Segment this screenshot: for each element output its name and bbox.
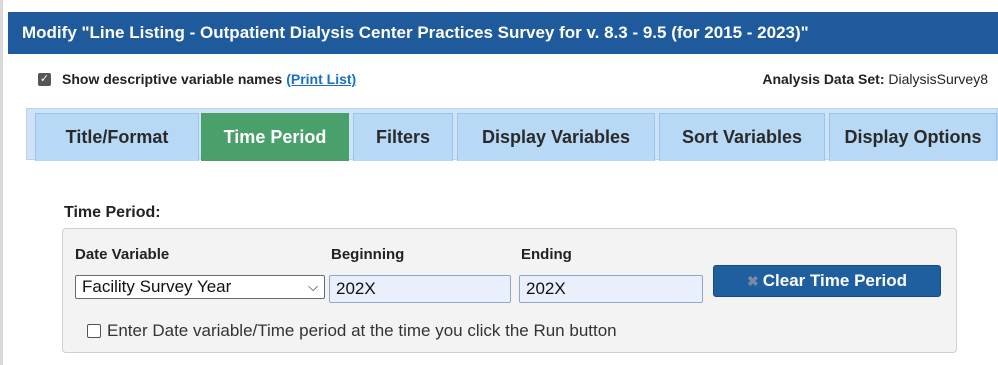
tab-display-variables[interactable]: Display Variables	[457, 113, 655, 161]
show-descriptive-label: Show descriptive variable names (Print Li…	[62, 71, 356, 87]
analysis-data-set-label: Analysis Data Set:	[762, 71, 885, 87]
show-descriptive-checkbox[interactable]: ✓	[38, 73, 51, 86]
beginning-label: Beginning	[331, 246, 405, 263]
chevron-down-icon: ⌵	[308, 279, 318, 294]
tab-label: Filters	[375, 127, 431, 147]
tab-label: Sort Variables	[681, 127, 803, 147]
print-list-link[interactable]: (Print List)	[286, 71, 356, 87]
window-title: Modify "Line Listing - Outpatient Dialys…	[22, 23, 809, 42]
check-icon: ✓	[39, 73, 50, 85]
clear-time-period-label: Clear Time Period	[762, 271, 907, 290]
tab-time-period[interactable]: Time Period	[201, 113, 349, 161]
tab-sort-variables[interactable]: Sort Variables	[659, 113, 825, 161]
date-variable-value: Facility Survey Year	[82, 277, 232, 296]
beginning-value: 202X	[336, 279, 376, 298]
beginning-input[interactable]: 202X	[329, 275, 511, 303]
date-variable-select[interactable]: Facility Survey Year ⌵	[75, 275, 325, 299]
options-row: ✓ Show descriptive variable names (Print …	[38, 68, 988, 92]
ending-value: 202X	[526, 279, 566, 298]
tab-label: Title/Format	[65, 127, 169, 147]
prompt-at-run-checkbox[interactable]	[87, 324, 101, 338]
close-icon: ✖	[747, 272, 759, 289]
prompt-at-run-label: Enter Date variable/Time period at the t…	[107, 321, 617, 340]
time-period-heading: Time Period:	[64, 204, 161, 221]
tab-filters[interactable]: Filters	[353, 113, 453, 161]
tab-label: Display Variables	[481, 127, 631, 147]
analysis-data-set-value: DialysisSurvey8	[888, 71, 988, 87]
show-descriptive-text: Show descriptive variable names	[62, 71, 283, 87]
tab-label: Time Period	[223, 127, 327, 147]
analysis-data-set: Analysis Data Set: DialysisSurvey8	[762, 71, 988, 87]
ending-label: Ending	[521, 246, 572, 263]
tab-bar: Title/Format Time Period Filters Display…	[26, 108, 998, 161]
left-border	[0, 0, 3, 365]
window-title-bar: Modify "Line Listing - Outpatient Dialys…	[8, 12, 998, 54]
tab-label: Display Options	[844, 127, 982, 147]
clear-time-period-button[interactable]: ✖ Clear Time Period	[713, 265, 941, 297]
ending-input[interactable]: 202X	[519, 275, 703, 303]
time-period-panel: Date Variable Beginning Ending Facility …	[62, 228, 957, 353]
date-variable-label: Date Variable	[75, 246, 170, 263]
tab-title-format[interactable]: Title/Format	[35, 113, 199, 161]
tab-display-options[interactable]: Display Options	[829, 113, 997, 161]
